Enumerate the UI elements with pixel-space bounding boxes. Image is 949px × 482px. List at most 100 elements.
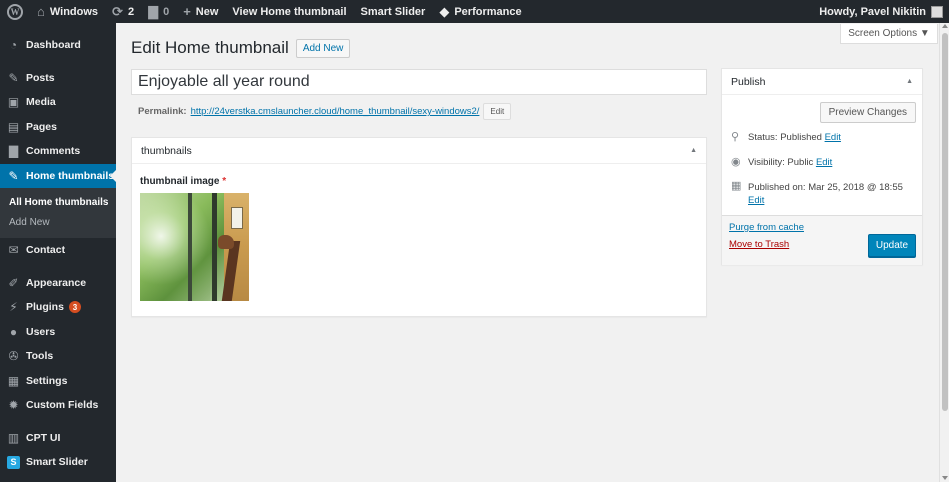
menu-label: Appearance xyxy=(26,276,87,289)
menu-label: Pages xyxy=(26,120,57,133)
menu-tools[interactable]: ✇ Tools xyxy=(0,344,116,369)
status-text: Status: Published xyxy=(748,132,822,143)
admin-bar: W ⌂ Windows ⟳ 2 ▇ 0 + New View Home thum… xyxy=(0,0,949,23)
permalink-label: Permalink: xyxy=(138,106,187,117)
site-name-menu[interactable]: ⌂ Windows xyxy=(30,0,105,23)
add-new-button[interactable]: Add New xyxy=(295,38,351,58)
slider-icon: S xyxy=(7,455,20,469)
menu-settings[interactable]: ▦ Settings xyxy=(0,369,116,394)
brush-icon: ✐ xyxy=(8,275,19,290)
comments-menu[interactable]: ▇ 0 xyxy=(141,0,176,23)
gear-icon: ✹ xyxy=(8,398,19,413)
permalink-edit-button[interactable]: Edit xyxy=(483,103,512,120)
plugins-update-badge: 3 xyxy=(68,301,81,314)
published-on-text: Published on: Mar 25, 2018 @ 18:55 xyxy=(748,182,903,193)
main-content: Screen Options ▼ Edit Home thumbnail Add… xyxy=(116,23,939,482)
site-name: Windows xyxy=(49,5,99,18)
thumbnail-image-label: thumbnail image * xyxy=(140,176,706,187)
wp-logo-menu[interactable]: W xyxy=(0,0,30,23)
scrollbar-thumb[interactable] xyxy=(942,33,948,411)
publish-metabox-header[interactable]: Publish ▲ xyxy=(722,69,922,95)
post-title-input[interactable]: Enjoyable all year round xyxy=(131,69,707,95)
menu-home-thumbnails[interactable]: ✎ Home thumbnails xyxy=(0,163,116,188)
menu-custom-fields[interactable]: ✹ Custom Fields xyxy=(0,393,116,418)
page-scrollbar[interactable] xyxy=(939,23,949,482)
collapse-arrow-icon[interactable]: ▲ xyxy=(690,147,697,154)
dashboard-icon: ◔ xyxy=(9,38,18,53)
pin-icon: ⚲ xyxy=(731,131,740,143)
home-icon: ⌂ xyxy=(37,4,45,19)
home-thumbnails-submenu: All Home thumbnails Add New xyxy=(0,188,116,238)
status-edit-link[interactable]: Edit xyxy=(825,132,841,143)
thumbnails-metabox-header[interactable]: thumbnails ▲ xyxy=(132,138,706,164)
menu-posts[interactable]: ✎ Posts xyxy=(0,66,116,91)
comments-count: 0 xyxy=(163,5,170,18)
menu-label: Media xyxy=(26,96,56,109)
status-row: ⚲ Status: Published Edit xyxy=(731,131,841,144)
new-content-menu[interactable]: + New xyxy=(176,0,225,23)
menu-dashboard[interactable]: ◔ Dashboard xyxy=(0,33,116,58)
published-on-row: ▦ Published on: Mar 25, 2018 @ 18:55 Edi… xyxy=(731,181,918,207)
update-button[interactable]: Update xyxy=(868,234,916,257)
updates-count: 2 xyxy=(127,5,135,18)
publish-metabox-title: Publish xyxy=(731,75,766,88)
menu-smart-slider[interactable]: S Smart Slider xyxy=(0,450,116,475)
new-label: New xyxy=(195,5,219,18)
submenu-add-new[interactable]: Add New xyxy=(0,212,116,232)
required-asterisk: * xyxy=(222,176,227,187)
menu-contact[interactable]: ✉ Contact xyxy=(0,238,116,263)
settings-icon: ▦ xyxy=(7,373,20,388)
publishing-actions: Purge from cache Move to Trash Update xyxy=(722,215,922,265)
menu-media[interactable]: ▣ Media xyxy=(0,90,116,115)
visibility-edit-link[interactable]: Edit xyxy=(816,157,832,168)
grid-icon: ▥ xyxy=(7,430,20,445)
page-icon: ▤ xyxy=(7,119,20,134)
menu-pages[interactable]: ▤ Pages xyxy=(0,115,116,140)
menu-comments[interactable]: ▇ Comments xyxy=(0,139,116,164)
thumbnail-image[interactable] xyxy=(140,193,249,301)
menu-label: Contact xyxy=(26,244,66,257)
plugin-icon: ⚡ xyxy=(9,300,18,315)
menu-plugins[interactable]: ⚡ Plugins 3 xyxy=(0,295,116,320)
updates-menu[interactable]: ⟳ 2 xyxy=(105,0,141,23)
move-to-trash-link[interactable]: Move to Trash xyxy=(729,239,789,250)
published-edit-link[interactable]: Edit xyxy=(748,195,764,206)
media-icon: ▣ xyxy=(7,95,20,110)
plus-icon: + xyxy=(183,4,191,19)
page-title: Edit Home thumbnail xyxy=(131,38,289,57)
menu-label: Posts xyxy=(26,71,55,84)
scroll-up-arrow-icon[interactable] xyxy=(942,24,948,28)
scroll-down-arrow-icon[interactable] xyxy=(942,476,948,480)
comment-icon: ▇ xyxy=(8,144,19,159)
view-post-link[interactable]: View Home thumbnail xyxy=(225,0,353,23)
screen-options-button[interactable]: Screen Options ▼ xyxy=(840,24,938,44)
eye-icon: ◉ xyxy=(731,156,741,168)
permalink-link[interactable]: http://24verstka.cmslauncher.cloud/home_… xyxy=(191,106,480,117)
preview-changes-button[interactable]: Preview Changes xyxy=(819,102,916,123)
performance-menu[interactable]: ◆ Performance xyxy=(432,0,528,23)
menu-label: Plugins xyxy=(26,301,64,314)
submenu-all-home-thumbnails[interactable]: All Home thumbnails xyxy=(0,192,116,212)
field-label-text: thumbnail image xyxy=(140,176,220,187)
menu-label: Home thumbnails xyxy=(26,169,115,182)
thumbnails-metabox-title: thumbnails xyxy=(141,144,192,157)
smart-slider-menu[interactable]: Smart Slider xyxy=(354,0,433,23)
menu-label: CPT UI xyxy=(26,431,61,444)
my-account-menu[interactable]: Howdy, Pavel Nikitin xyxy=(819,5,949,18)
wordpress-logo-icon: W xyxy=(7,3,23,20)
menu-appearance[interactable]: ✐ Appearance xyxy=(0,271,116,296)
purge-from-cache-link[interactable]: Purge from cache xyxy=(729,222,804,233)
wrench-icon: ✇ xyxy=(8,349,19,364)
menu-label: Smart Slider xyxy=(26,456,88,469)
menu-label: Users xyxy=(26,325,56,338)
menu-label: Custom Fields xyxy=(26,399,99,412)
publish-metabox: Publish ▲ Preview Changes ⚲ Status: Publ… xyxy=(721,68,923,265)
menu-cpt-ui[interactable]: ▥ CPT UI xyxy=(0,426,116,451)
menu-users[interactable]: ● Users xyxy=(0,320,116,345)
howdy-text: Howdy, Pavel Nikitin xyxy=(819,5,926,18)
comment-bubble-icon: ▇ xyxy=(148,4,159,19)
collapse-arrow-icon[interactable]: ▲ xyxy=(906,78,913,85)
visibility-text: Visibility: Public xyxy=(748,157,814,168)
menu-label: Dashboard xyxy=(26,39,81,52)
refresh-icon: ⟳ xyxy=(112,4,123,19)
